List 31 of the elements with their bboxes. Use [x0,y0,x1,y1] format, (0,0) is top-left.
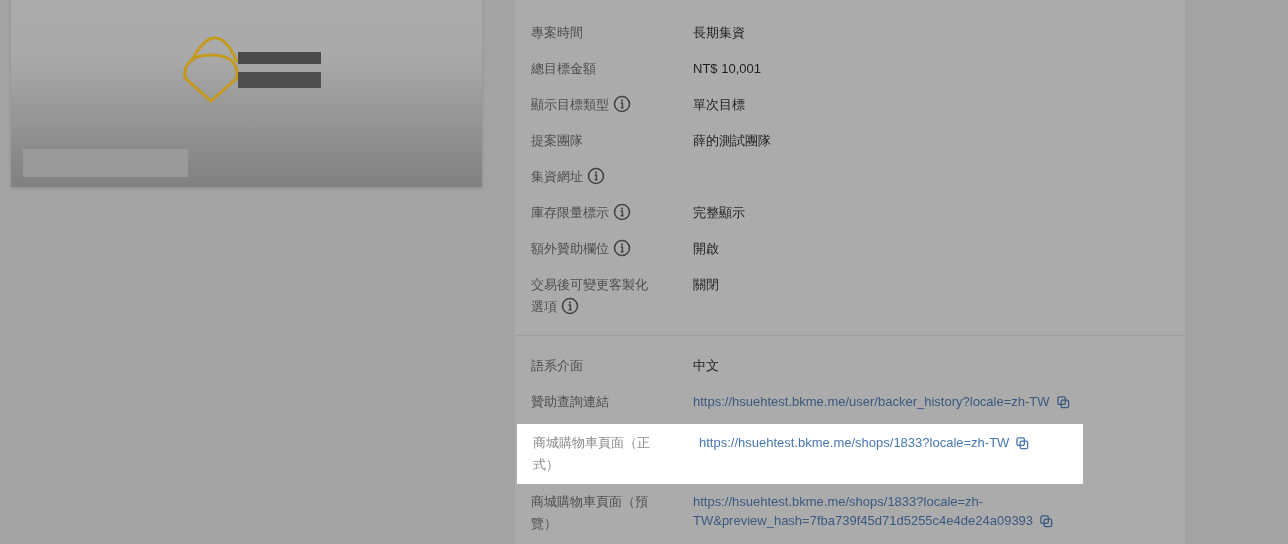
field-label: 贊助查詢連結 [531,393,610,411]
field-label: 語系介面 [531,357,584,375]
info-icon[interactable] [613,203,631,221]
field-label: 總目標金額 [531,60,597,78]
copy-icon[interactable] [1016,437,1030,450]
field-value: 單次目標 [693,97,745,112]
field-label: 專案時間 [531,24,584,42]
field-label: 商城購物車頁面（正式） [533,434,651,474]
field-value: 長期集資 [693,25,745,40]
field-label: 提案團隊 [531,132,584,150]
info-icon[interactable] [587,167,605,185]
info-icon[interactable] [613,239,631,257]
field-label: 額外贊助欄位 [531,238,653,264]
copy-icon[interactable] [1056,396,1070,409]
field-label: 商城購物車頁面（預覽） [531,493,649,533]
field-label: 集資網址 [531,166,653,192]
info-icon[interactable] [613,95,631,113]
url-link[interactable]: https://hsuehtest.bkme.me/shops/1833?locale=zh-TW [699,433,1069,452]
field-value: 薛的測試團隊 [693,133,771,148]
info-icon[interactable] [561,297,579,315]
field-label: 庫存限量標示 [531,202,653,228]
field-value: NT$ 10,001 [693,61,761,76]
url-link[interactable]: https://hsuehtest.bkme.me/user/backer_history?locale=zh-TW [693,392,1169,411]
field-label: 交易後可變更客製化選項 [531,276,649,317]
field-value: 開啟 [693,241,719,256]
copy-icon[interactable] [1040,515,1054,528]
field-value: 關閉 [693,277,719,292]
field-label: 顯示目標類型 [531,94,653,120]
field-value: 中文 [693,358,719,373]
url-link[interactable]: https://hsuehtest.bkme.me/shops/1833?locale=zh-TW&preview_hash=7fba739f45d71d5255c4e4de24a09393 [693,492,1169,530]
field-value: 完整顯示 [693,205,745,220]
